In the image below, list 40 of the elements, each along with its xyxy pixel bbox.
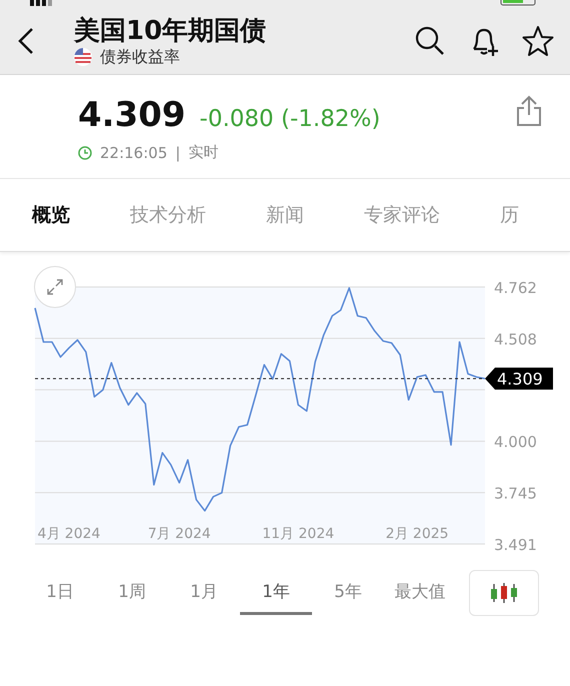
range-button[interactable]: 最大值 — [384, 571, 456, 615]
flag-icon — [74, 48, 92, 66]
axis-label: 4.508 — [494, 330, 537, 348]
ref-line-label: 4.309 — [497, 370, 543, 389]
axis-label: 11月 2024 — [262, 526, 334, 542]
range-button[interactable]: 1日 — [24, 571, 96, 615]
price-change: -0.080 (-1.82%) — [200, 106, 380, 132]
back-button[interactable] — [16, 26, 36, 56]
current-value-tag: 4.309 — [485, 368, 553, 390]
range-button[interactable]: 5年 — [312, 571, 384, 615]
favorite-button[interactable] — [522, 25, 554, 57]
subtitle: 债券收益率 — [100, 46, 180, 68]
expand-icon — [45, 277, 65, 297]
axis-label: 3.491 — [494, 536, 537, 554]
clock-icon — [78, 146, 92, 160]
candlestick-button[interactable] — [469, 570, 539, 616]
quote-time: 22:16:05 — [100, 144, 168, 162]
axis-label: 4.762 — [494, 279, 537, 297]
page-title: 美国10年期国债 — [74, 14, 268, 46]
axis-label: 4月 2024 — [37, 526, 100, 542]
axis-label: 2月 2025 — [386, 526, 449, 542]
axis-label: 3.745 — [494, 484, 537, 503]
tab[interactable]: 技术分析 — [130, 202, 206, 228]
axis-label: 4.000 — [494, 433, 537, 452]
tab[interactable]: 概览 — [32, 202, 70, 228]
signal-icon — [30, 0, 54, 6]
expand-button[interactable] — [34, 266, 76, 308]
tab[interactable]: 新闻 — [266, 202, 304, 228]
share-button[interactable] — [516, 95, 542, 127]
range-button[interactable]: 1年 — [240, 571, 312, 615]
price: 4.309 — [78, 95, 186, 135]
candlestick-icon — [490, 583, 518, 603]
quote-mode: 实时 — [188, 143, 218, 162]
search-button[interactable] — [414, 25, 446, 57]
range-button[interactable]: 1周 — [96, 571, 168, 615]
axis-label: 7月 2024 — [148, 526, 211, 542]
range-button[interactable]: 1月 — [168, 571, 240, 615]
tab[interactable]: 专家评论 — [364, 202, 440, 228]
separator: | — [175, 144, 180, 162]
tab[interactable]: 历 — [500, 202, 519, 228]
